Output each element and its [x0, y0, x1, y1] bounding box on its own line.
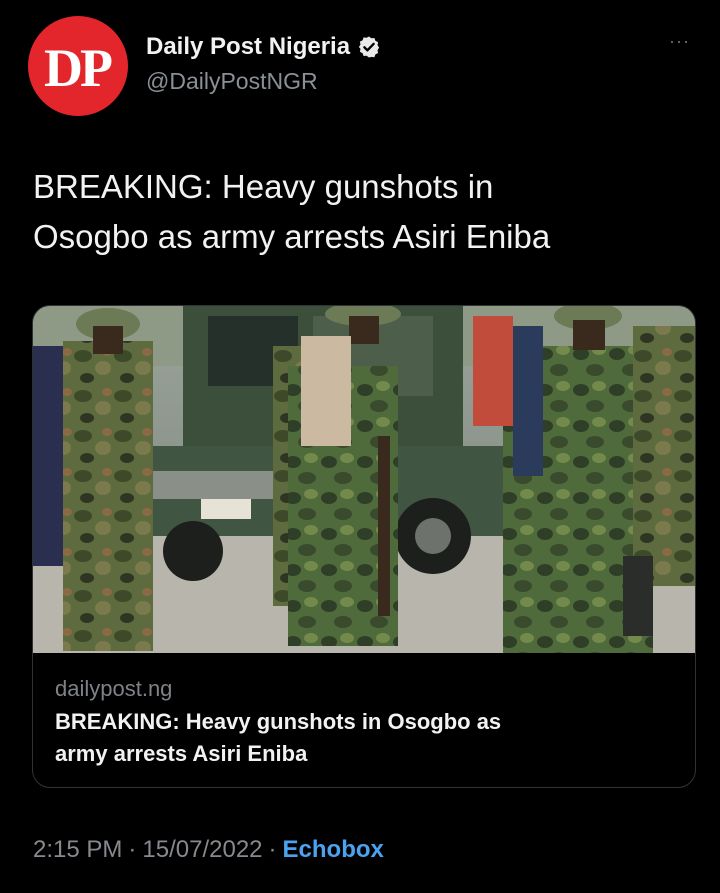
name-row: Daily Post Nigeria	[146, 30, 381, 64]
card-title-line-2: army arrests Asiri Eniba	[55, 741, 308, 766]
author-info: Daily Post Nigeria @DailyPostNGR	[146, 30, 381, 95]
card-title: BREAKING: Heavy gunshots in Osogbo as ar…	[55, 706, 675, 770]
tweet-date[interactable]: 15/07/2022	[142, 836, 262, 863]
user-handle[interactable]: @DailyPostNGR	[146, 68, 381, 95]
tweet-text-line-1: BREAKING: Heavy gunshots in	[33, 168, 494, 205]
avatar-logo-text: DP	[44, 38, 113, 98]
avatar[interactable]: DP	[28, 16, 128, 116]
card-photo-image[interactable]	[33, 306, 695, 653]
tweet: DP Daily Post Nigeria @DailyPostNGR ··· …	[0, 0, 720, 893]
tweet-time[interactable]: 2:15 PM	[33, 836, 122, 863]
meta-separator: ·	[268, 836, 277, 863]
card-domain: dailypost.ng	[55, 676, 173, 701]
tweet-text-line-2: Osogbo as army arrests Asiri Eniba	[33, 218, 551, 255]
meta-separator: ·	[128, 836, 137, 863]
link-preview-card[interactable]: dailypost.ng BREAKING: Heavy gunshots in…	[32, 305, 696, 788]
card-title-line-1: BREAKING: Heavy gunshots in Osogbo as	[55, 709, 502, 734]
display-name[interactable]: Daily Post Nigeria	[146, 33, 350, 61]
tweet-text: BREAKING: Heavy gunshots in Osogbo as ar…	[33, 162, 693, 262]
more-options-icon[interactable]: ···	[669, 32, 690, 50]
verified-badge-icon	[358, 36, 380, 58]
tweet-source-link[interactable]: Echobox	[283, 836, 384, 863]
tweet-metadata: 2:15 PM · 15/07/2022 · Echobox	[33, 836, 384, 864]
card-info: dailypost.ng BREAKING: Heavy gunshots in…	[55, 674, 675, 770]
